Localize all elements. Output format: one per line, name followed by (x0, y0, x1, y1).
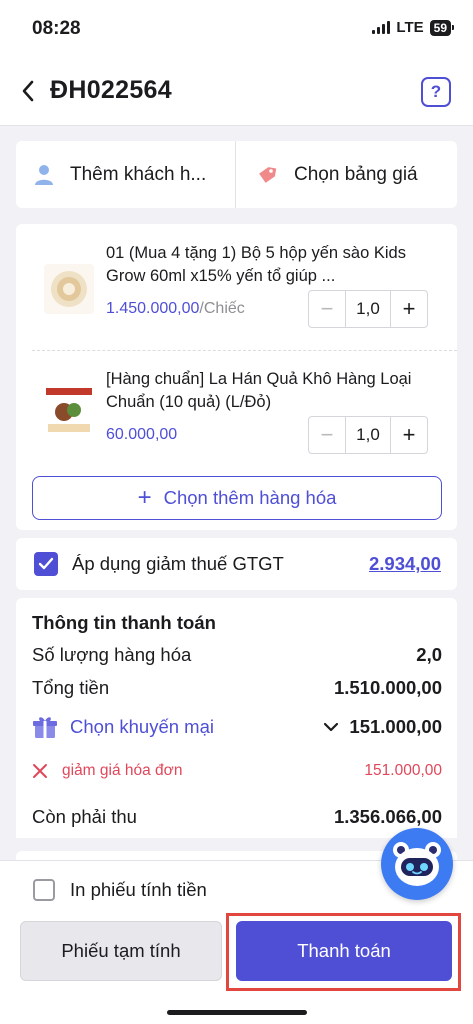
promo-row[interactable]: Chọn khuyến mại 151.000,00 (32, 714, 442, 740)
page-title: ĐH022564 (50, 76, 172, 104)
product-image (44, 386, 94, 436)
quantity-stepper: − 1,0 + (308, 416, 428, 454)
product-price: 1.450.000,00/Chiếc (106, 300, 245, 317)
bear-robot-icon (393, 842, 441, 886)
back-button[interactable] (14, 76, 42, 106)
add-more-products-button[interactable]: + Chọn thêm hàng hóa (32, 476, 442, 520)
help-button[interactable]: ? (421, 77, 451, 107)
home-indicator (167, 1010, 307, 1015)
discount-label: giảm giá hóa đơn (62, 762, 183, 779)
status-bar: 08:28 LTE 59 (0, 0, 473, 56)
product-name: [Hàng chuẩn] La Hán Quả Khô Hàng Loại Ch… (106, 370, 412, 411)
price-list-button[interactable]: Chọn bảng giá (235, 141, 457, 208)
increase-button[interactable]: + (391, 291, 427, 327)
vat-amount-link[interactable]: 2.934,00 (369, 553, 441, 575)
question-icon: ? (430, 82, 442, 101)
choose-promo-button[interactable]: Chọn khuyến mại (32, 714, 214, 740)
product-list: 01 (Mua 4 tặng 1) Bộ 5 hộp yến sào Kids … (16, 224, 457, 530)
remaining-label: Còn phải thu (32, 806, 137, 827)
add-customer-button[interactable]: Thêm khách h... (16, 141, 235, 208)
status-time: 08:28 (32, 18, 81, 39)
checkmark-icon (38, 557, 54, 570)
print-receipt-checkbox[interactable] (33, 879, 55, 901)
remove-discount-icon[interactable] (32, 763, 48, 779)
decrease-button[interactable]: − (309, 417, 345, 453)
total-label: Tổng tiền (32, 677, 110, 698)
signal-icon (372, 21, 391, 34)
chevron-down-icon (324, 722, 339, 732)
add-customer-label: Thêm khách h... (70, 163, 207, 185)
promo-amount[interactable]: 151.000,00 (323, 716, 442, 738)
promo-label: Chọn khuyến mại (70, 716, 214, 737)
quantity-input[interactable]: 1,0 (345, 291, 391, 327)
item-count-value: 2,0 (416, 644, 442, 665)
vat-checkbox[interactable] (34, 552, 58, 576)
price-list-label: Chọn bảng giá (294, 163, 418, 185)
vat-label: Áp dụng giảm thuế GTGT (72, 553, 284, 574)
customer-bar: Thêm khách h... Chọn bảng giá (16, 141, 457, 208)
payment-title: Thông tin thanh toán (32, 612, 216, 633)
quantity-input[interactable]: 1,0 (345, 417, 391, 453)
promo-value: 151.000,00 (349, 716, 442, 737)
divider (32, 350, 457, 351)
draft-invoice-button[interactable]: Phiếu tạm tính (20, 921, 222, 981)
payment-info: Thông tin thanh toán Số lượng hàng hóa 2… (16, 598, 457, 838)
plus-icon: + (137, 484, 152, 511)
product-name: 01 (Mua 4 tặng 1) Bộ 5 hộp yến sào Kids … (106, 244, 406, 285)
quantity-stepper: − 1,0 + (308, 290, 428, 328)
vat-row: Áp dụng giảm thuế GTGT 2.934,00 (16, 538, 457, 590)
total-row: Tổng tiền 1.510.000,00 (32, 677, 442, 699)
status-indicators: LTE 59 (372, 19, 455, 36)
product-image (44, 264, 94, 314)
remaining-value: 1.356.066,00 (333, 806, 442, 827)
add-more-label: Chọn thêm hàng hóa (163, 487, 337, 508)
price-tag-icon (259, 166, 277, 183)
battery-icon: 59 (429, 19, 455, 36)
total-value: 1.510.000,00 (333, 677, 442, 698)
discount-value: 151.000,00 (364, 762, 442, 779)
chevron-left-icon (22, 80, 34, 102)
gift-icon (33, 717, 57, 738)
item-count-label: Số lượng hàng hóa (32, 644, 192, 665)
print-receipt-label: In phiếu tính tiền (70, 879, 207, 900)
increase-button[interactable]: + (391, 417, 427, 453)
assistant-bot-button[interactable] (381, 828, 453, 900)
person-icon (35, 164, 53, 185)
decrease-button[interactable]: − (309, 291, 345, 327)
item-count-row: Số lượng hàng hóa 2,0 (32, 644, 442, 666)
product-price: 60.000,00 (106, 426, 178, 443)
pay-button[interactable]: Thanh toán (236, 921, 452, 981)
network-label: LTE (396, 19, 424, 36)
nav-bar: ĐH022564 ? (0, 56, 473, 126)
discount-row: giảm giá hóa đơn 151.000,00 (32, 762, 442, 780)
remaining-row: Còn phải thu 1.356.066,00 (32, 806, 442, 828)
